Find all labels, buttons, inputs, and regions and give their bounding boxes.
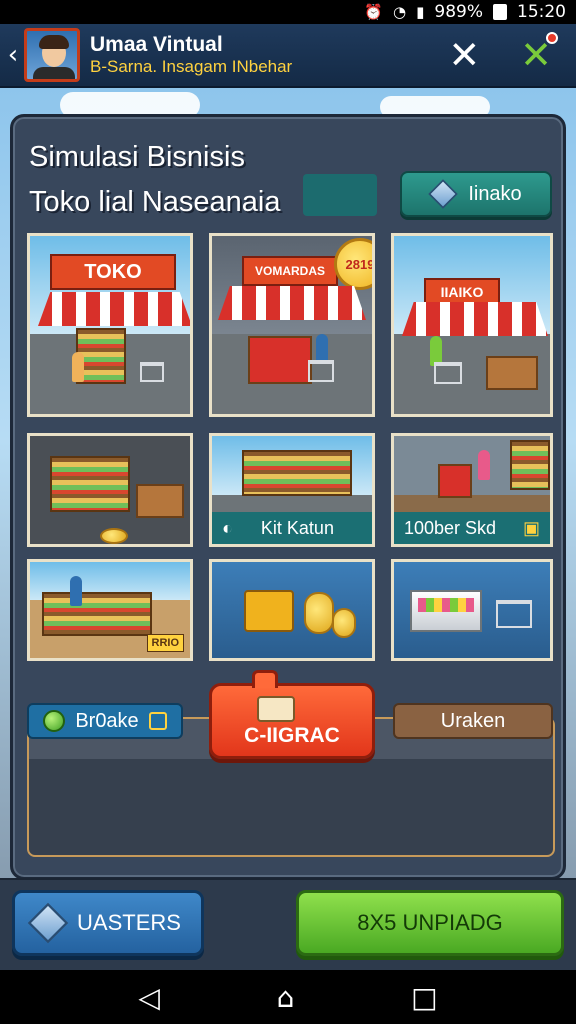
shop-tile-1[interactable]: TOKO YULCU [27, 233, 193, 417]
camera-icon [148, 712, 167, 730]
awning [218, 286, 366, 320]
tile-label: 100ber Skd ▣ [394, 512, 550, 544]
browse-button[interactable]: Br0ake [27, 703, 183, 739]
price-tag: RRIO [146, 634, 184, 652]
box-icon [428, 179, 459, 209]
panel-title: Simulasi Bisnisis Toko lial Naseanaia [29, 135, 280, 225]
app-title: Umaa Vintual [90, 33, 223, 57]
shop-tile-8[interactable] [209, 559, 375, 661]
clock: 15:20 [517, 2, 566, 22]
game-area: Simulasi Bisnisis Toko lial Naseanaia Ii… [0, 88, 576, 970]
header-actions: ✕ ✕ [448, 32, 558, 74]
shop-tile-9[interactable] [391, 559, 553, 661]
wifi-icon: ◔ [393, 3, 407, 21]
coin-stack [304, 592, 334, 634]
shop-sign: TOKO YULCU [50, 254, 176, 315]
battery-icon [493, 4, 507, 20]
coin-stack [332, 608, 356, 638]
urutkan-label: Uraken [440, 709, 506, 732]
avatar[interactable] [24, 28, 80, 82]
shop-tile-7[interactable]: RRIO [27, 559, 193, 661]
center-action-button[interactable]: C-IIGRAC [209, 670, 375, 759]
system-nav-bar: ◁ ⌂ □ [0, 970, 576, 1024]
shop-sign: IIAIKO [424, 278, 500, 306]
tile-label-text: 100ber Skd [404, 517, 497, 538]
camera-icon: ▣ [522, 517, 540, 538]
coin [100, 528, 128, 544]
header-text: Umaa Vintual B-Sarna. Insagam INbehar [90, 32, 292, 78]
center-action-label: C-IIGRAC [244, 724, 340, 747]
shelf [50, 456, 130, 512]
person [70, 576, 82, 606]
shop-tile-3[interactable]: IIAIKO [391, 233, 553, 417]
shop-tile-2[interactable]: VOMARDAS 2819 [209, 233, 375, 417]
cart [496, 600, 532, 628]
produk-label: Iinako [468, 182, 522, 205]
app-header: ‹ Umaa Vintual B-Sarna. Insagam INbehar … [0, 24, 576, 88]
awning [402, 302, 548, 336]
nav-back-icon[interactable]: ◁ [138, 981, 160, 1014]
uasters-label: UASTERS [77, 910, 181, 935]
shop-tile-5[interactable]: ◐ Kit Katun [209, 433, 375, 547]
person [72, 352, 84, 382]
close-button[interactable]: ✕ [448, 36, 480, 74]
awning [38, 292, 190, 326]
panel-title-line2: Toko lial Naseanaia [29, 186, 281, 218]
chevron-left-icon: ‹ [7, 40, 19, 70]
close-icon: ✕ [448, 33, 481, 77]
package-icon [257, 696, 295, 722]
nav-home-icon[interactable]: ⌂ [277, 981, 295, 1014]
green-orb-icon [43, 710, 66, 732]
notification-dot [546, 32, 558, 44]
cart [434, 362, 462, 384]
counter [136, 484, 184, 518]
signal-icon: ▮ [416, 3, 425, 21]
counter [248, 336, 312, 384]
shelf [242, 450, 352, 496]
counter [438, 464, 472, 498]
box-icon [27, 902, 69, 944]
share-button[interactable]: ✕ [520, 32, 558, 74]
main-panel: Simulasi Bisnisis Toko lial Naseanaia Ii… [10, 114, 566, 880]
freezer [410, 590, 482, 632]
upgrade-label: 8X5 UNPIADG [357, 910, 503, 935]
person [478, 450, 490, 480]
play-icon: ◐ [222, 517, 233, 538]
status-bar: ⏰ ◔ ▮ 989% 15:20 [0, 0, 576, 24]
shop-sign: VOMARDAS [242, 256, 338, 286]
battery-percent: 989% [434, 2, 483, 22]
browse-label: Br0ake [75, 709, 139, 732]
back-button[interactable]: ‹ [2, 40, 24, 70]
cart [308, 360, 334, 382]
cash-box [244, 590, 294, 632]
nav-recents-icon[interactable]: □ [411, 981, 437, 1014]
shelf [510, 440, 550, 490]
counter [486, 356, 538, 390]
app-subtitle: B-Sarna. Insagam INbehar [90, 57, 293, 77]
shelf [42, 592, 152, 636]
tile-label: ◐ Kit Katun [212, 512, 372, 544]
shop-tile-6[interactable]: 100ber Skd ▣ [391, 433, 553, 547]
shop-tile-4[interactable] [27, 433, 193, 547]
uasters-button[interactable]: UASTERS [12, 890, 204, 956]
cart [140, 362, 164, 382]
tile-label-text: Kit Katun [260, 517, 334, 538]
panel-title-line1: Simulasi Bisnisis [29, 141, 245, 173]
upgrade-button[interactable]: 8X5 UNPIADG [296, 890, 564, 956]
alarm-icon: ⏰ [364, 3, 384, 21]
produk-button[interactable]: Iinako [400, 171, 552, 217]
urutkan-button[interactable]: Uraken [393, 703, 553, 739]
value-field[interactable] [303, 174, 377, 216]
